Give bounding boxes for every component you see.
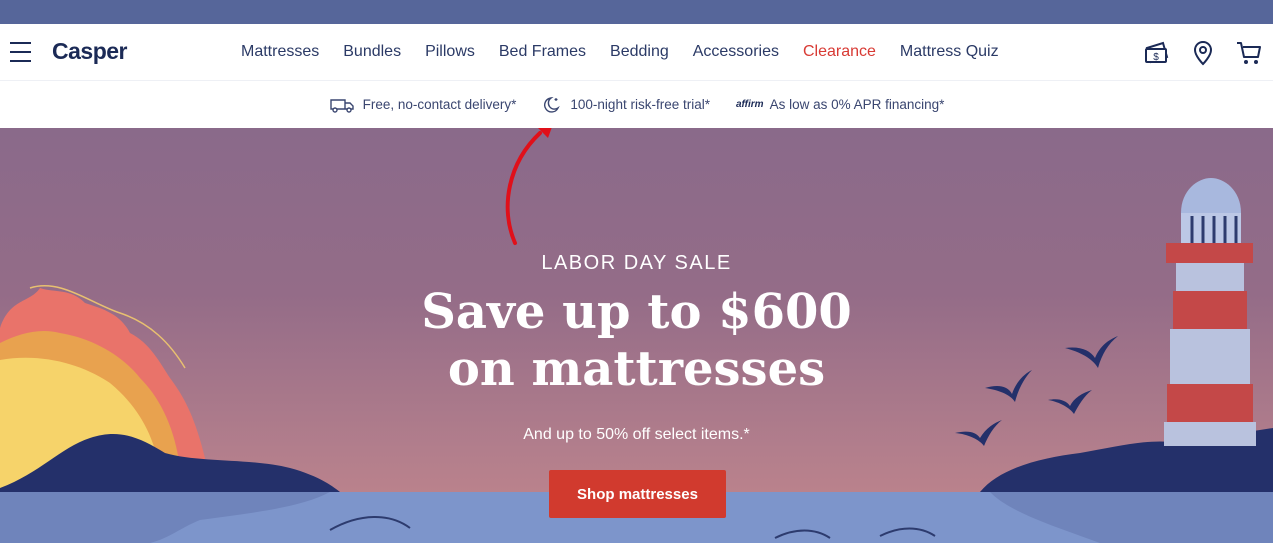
perk-financing: affirm As low as 0% APR financing*	[736, 97, 944, 112]
perk-delivery-text: Free, no-contact delivery*	[362, 97, 517, 112]
nav-mattress-quiz[interactable]: Mattress Quiz	[900, 43, 999, 61]
hero-eyebrow: LABOR DAY SALE	[541, 252, 732, 274]
nav-bed-frames[interactable]: Bed Frames	[499, 43, 586, 61]
main-navbar: Casper Mattresses Bundles Pillows Bed Fr…	[0, 24, 1273, 81]
casper-logo[interactable]: Casper	[52, 38, 127, 65]
perk-trial-text: 100-night risk-free trial*	[570, 97, 710, 112]
shop-mattresses-button[interactable]: Shop mattresses	[549, 470, 726, 518]
nav-pillows[interactable]: Pillows	[425, 43, 475, 61]
hero-headline-line2: on mattresses	[447, 341, 826, 397]
primary-menu: Mattresses Bundles Pillows Bed Frames Be…	[241, 24, 1023, 80]
hero-banner: LABOR DAY SALE Save up to $600 on mattre…	[0, 128, 1273, 543]
nav-clearance[interactable]: Clearance	[803, 43, 876, 61]
nav-mattresses[interactable]: Mattresses	[241, 43, 319, 61]
nav-accessories[interactable]: Accessories	[693, 43, 779, 61]
affirm-logo: affirm	[735, 99, 764, 110]
annotation-arrow	[505, 131, 542, 245]
moon-stars-icon	[544, 96, 561, 113]
perk-delivery: Free, no-contact delivery*	[329, 97, 517, 113]
financing-icon[interactable]: $	[1143, 39, 1171, 67]
delivery-truck-icon	[329, 98, 354, 113]
nav-icons: $	[1143, 39, 1263, 67]
promo-top-bar	[0, 0, 1273, 24]
lighthouse-dome	[1181, 178, 1241, 213]
nav-bedding[interactable]: Bedding	[610, 43, 669, 61]
hero-subtext: And up to 50% off select items.*	[523, 426, 750, 443]
lighthouse-lantern	[1181, 213, 1241, 243]
perk-financing-text: As low as 0% APR financing*	[769, 97, 945, 112]
hamburger-menu-icon[interactable]	[10, 42, 31, 62]
location-pin-icon[interactable]	[1189, 39, 1217, 67]
perks-bar: Free, no-contact delivery* 100-night ris…	[0, 81, 1273, 129]
nav-bundles[interactable]: Bundles	[343, 43, 401, 61]
perk-trial: 100-night risk-free trial*	[542, 96, 710, 114]
hero-headline-line1: Save up to $600	[421, 284, 852, 340]
svg-text:$: $	[1153, 52, 1159, 63]
hero-headline: Save up to $600 on mattresses	[0, 284, 1273, 398]
cart-icon[interactable]	[1235, 39, 1263, 67]
